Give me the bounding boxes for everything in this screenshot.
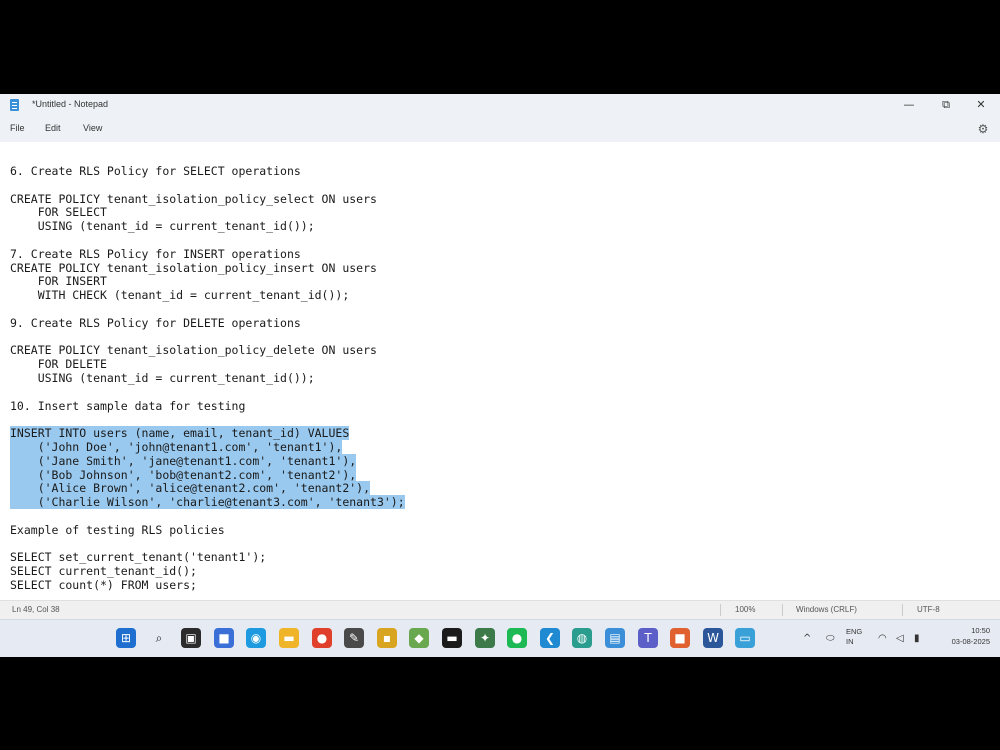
editor-line: CREATE POLICY tenant_isolation_policy_de…	[10, 343, 377, 358]
menu-view[interactable]: View	[83, 123, 102, 133]
window-title: *Untitled - Notepad	[32, 99, 109, 109]
editor-line: 6. Create RLS Policy for SELECT operatio…	[10, 164, 301, 178]
word-icon[interactable]: W	[703, 628, 723, 648]
app-icon-3[interactable]: ◆	[409, 628, 429, 648]
editor-line: 7. Create RLS Policy for INSERT operatio…	[10, 246, 301, 261]
wifi-icon[interactable]: ◠	[878, 633, 887, 644]
status-bar: Ln 49, Col 38 100% Windows (CRLF) UTF-8	[0, 600, 1000, 619]
volume-icon[interactable]: ◁	[896, 633, 904, 644]
editor-line: FOR SELECT	[10, 205, 107, 220]
menu-bar: File Edit View ⚙	[0, 116, 1000, 142]
editor-line: 9. Create RLS Policy for DELETE operatio…	[10, 315, 301, 330]
editor-line: CREATE POLICY tenant_isolation_policy_se…	[10, 191, 377, 206]
menu-edit[interactable]: Edit	[45, 123, 61, 133]
tray-overflow-chevron-icon[interactable]: ^	[803, 633, 811, 644]
start-icon[interactable]: ⊞	[116, 628, 136, 648]
zoom-level[interactable]: 100%	[735, 605, 755, 614]
editor-line: ('Jane Smith', 'jane@tenant1.com', 'tena…	[10, 453, 357, 468]
app-icon-6[interactable]: ■	[670, 628, 690, 648]
editor-line: USING (tenant_id = current_tenant_id());	[10, 370, 315, 385]
chrome-icon[interactable]: ●	[312, 628, 332, 648]
app-icon-7[interactable]: ▭	[735, 628, 755, 648]
file-explorer-icon[interactable]: ▬	[279, 628, 299, 648]
app-icon-2[interactable]: ▪	[377, 628, 397, 648]
editor-line: USING (tenant_id = current_tenant_id());	[10, 219, 315, 234]
editor-line: SELECT set_current_tenant('tenant1');	[10, 550, 267, 565]
tray-app-icon[interactable]: ⬭	[826, 633, 835, 644]
editor-line: CREATE POLICY tenant_isolation_policy_in…	[10, 260, 377, 275]
encoding[interactable]: UTF-8	[917, 605, 940, 614]
editor-line: 10. Insert sample data for testing	[10, 398, 246, 413]
tray-lang-2[interactable]: IN	[846, 637, 868, 646]
minimize-button[interactable]: —	[900, 97, 918, 113]
app-icon-4[interactable]: ✦	[475, 628, 495, 648]
editor-line: WITH CHECK (tenant_id = current_tenant_i…	[10, 288, 350, 303]
editor-line: ('Bob Johnson', 'bob@tenant2.com', 'tena…	[10, 467, 357, 482]
line-ending[interactable]: Windows (CRLF)	[796, 605, 857, 614]
notepad-icon[interactable]: ▤	[605, 628, 625, 648]
clock-date[interactable]: 03-08-2025	[935, 637, 990, 646]
clock-time[interactable]: 10:50	[935, 626, 990, 635]
editor-line: FOR DELETE	[10, 357, 107, 372]
editor-line: INSERT INTO users (name, email, tenant_i…	[10, 426, 350, 441]
text-editor[interactable]: 6. Create RLS Policy for SELECT operatio…	[0, 142, 1000, 600]
cursor-position: Ln 49, Col 38	[12, 605, 60, 614]
editor-content[interactable]: 6. Create RLS Policy for SELECT operatio…	[10, 164, 405, 593]
app-icon-1[interactable]: ✎	[344, 628, 364, 648]
editor-line: FOR INSERT	[10, 274, 107, 289]
battery-icon[interactable]: ▮	[914, 633, 920, 644]
editor-line: ('John Doe', 'john@tenant1.com', 'tenant…	[10, 439, 343, 454]
vscode-icon[interactable]: ❮	[540, 628, 560, 648]
editor-line: SELECT count(*) FROM users;	[10, 577, 197, 592]
edge-icon[interactable]: ◉	[246, 628, 266, 648]
taskbar: ^ ⬭ ENG IN ◠ ◁ ▮ 10:50 03-08-2025 ⊞ ⌕ ▣ ■ ◉ ▬…	[0, 619, 1000, 657]
terminal-icon[interactable]: ▬	[442, 628, 462, 648]
title-bar: *Untitled - Notepad — ⧉ ✕	[0, 94, 1000, 116]
menu-file[interactable]: File	[10, 123, 25, 133]
teams-icon[interactable]: T	[638, 628, 658, 648]
task-view-icon[interactable]: ▣	[181, 628, 201, 648]
meet-icon[interactable]: ■	[214, 628, 234, 648]
close-button[interactable]: ✕	[972, 97, 990, 113]
editor-line: ('Alice Brown', 'alice@tenant2.com', 'te…	[10, 481, 371, 496]
desktop-screen: *Untitled - Notepad — ⧉ ✕ File Edit View…	[0, 94, 1000, 657]
notepad-app-icon	[10, 99, 19, 111]
tray-lang-1[interactable]: ENG	[846, 627, 868, 636]
settings-gear-icon[interactable]: ⚙	[976, 122, 990, 136]
spotify-icon[interactable]: ●	[507, 628, 527, 648]
app-icon-5[interactable]: ◍	[572, 628, 592, 648]
editor-line: SELECT current_tenant_id();	[10, 564, 197, 579]
search-icon[interactable]: ⌕	[149, 628, 169, 648]
maximize-button[interactable]: ⧉	[937, 97, 955, 113]
editor-line: Example of testing RLS policies	[10, 522, 225, 537]
editor-line: ('Charlie Wilson', 'charlie@tenant3.com'…	[10, 495, 405, 510]
